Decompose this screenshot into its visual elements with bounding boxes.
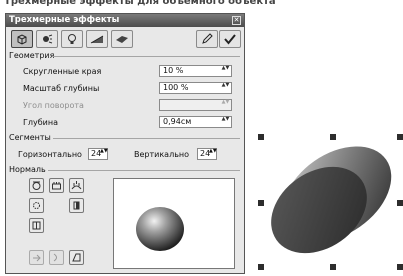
normal-divider xyxy=(48,170,240,171)
rounded-edges-value: 10 % xyxy=(163,66,184,75)
convert-to-3d-button xyxy=(29,250,44,265)
selection-handle[interactable] xyxy=(258,200,264,206)
selection-handle[interactable] xyxy=(258,264,264,270)
rounded-edges-input[interactable]: 10 % ▲▼ xyxy=(159,65,232,77)
checkmark-icon xyxy=(224,34,236,45)
dialog-title-bar[interactable]: Трехмерные эффекты ✕ xyxy=(6,14,244,27)
spinner-arrows-icon[interactable]: ▲▼ xyxy=(221,117,230,127)
geometry-tab-button[interactable] xyxy=(11,30,33,48)
illumination-tab-button[interactable] xyxy=(61,30,83,48)
double-sided-illumination-button[interactable] xyxy=(69,198,84,213)
bulb-icon xyxy=(68,34,76,44)
vertical-segments-input[interactable]: 24 ▲▼ xyxy=(197,148,217,160)
selection-handle[interactable] xyxy=(397,264,403,270)
selection-handle[interactable] xyxy=(330,264,336,270)
invert-normals-icon xyxy=(33,202,40,209)
geometry-divider xyxy=(52,56,240,57)
horizontal-segments-label: Горизонтально xyxy=(18,150,82,159)
3d-preview xyxy=(113,178,235,269)
depth-scale-value: 100 % xyxy=(163,83,189,92)
depth-value: 0,94см xyxy=(163,117,192,126)
material-icon xyxy=(116,36,128,43)
perspective-button[interactable] xyxy=(69,250,84,265)
textures-tab-button[interactable] xyxy=(86,30,108,48)
spinner-arrows-icon[interactable]: ▲▼ xyxy=(209,149,217,159)
texture-icon xyxy=(90,35,104,44)
selection-handle[interactable] xyxy=(330,134,336,140)
effects-toolbar xyxy=(9,29,241,49)
material-tab-button[interactable] xyxy=(111,30,133,48)
depth-scale-input[interactable]: 100 % ▲▼ xyxy=(159,82,232,94)
preview-sphere-icon xyxy=(136,207,184,251)
selection-handle[interactable] xyxy=(397,200,403,206)
rotation-angle-input: ▲▼ xyxy=(159,99,232,111)
depth-label: Глубина xyxy=(23,118,58,127)
spinner-arrows-icon[interactable]: ▲▼ xyxy=(100,149,108,159)
object-specific-normal-button[interactable] xyxy=(29,178,44,193)
double-sided-icon xyxy=(73,201,80,210)
depth-input[interactable]: 0,94см ▲▼ xyxy=(159,116,232,128)
horizontal-segments-input[interactable]: 24 ▲▼ xyxy=(88,148,108,160)
double-sided-page-icon xyxy=(32,221,41,230)
double-sided-button[interactable] xyxy=(29,218,44,233)
normal-section-title: Нормаль xyxy=(9,165,46,174)
rounded-edges-label: Скругленные края xyxy=(23,67,102,76)
pen-icon xyxy=(202,33,213,44)
lathe-icon xyxy=(53,253,57,262)
selection-handle[interactable] xyxy=(258,134,264,140)
selection-handle[interactable] xyxy=(397,134,403,140)
shading-tab-button[interactable] xyxy=(36,30,58,48)
segments-section-title: Сегменты xyxy=(9,133,51,142)
cube-icon xyxy=(17,34,27,45)
segments-divider xyxy=(53,138,240,139)
assign-button[interactable] xyxy=(196,30,218,48)
screen: Трехмерные эффекты для объемного объекта… xyxy=(0,0,403,276)
perspective-icon xyxy=(72,253,81,262)
3d-effects-dialog: Трехмерные эффекты ✕ Геометрия Скругленн… xyxy=(5,13,245,274)
spinner-arrows-icon: ▲▼ xyxy=(221,99,230,105)
spinner-arrows-icon[interactable]: ▲▼ xyxy=(221,83,230,93)
flat-normal-button[interactable] xyxy=(49,178,64,193)
invert-normals-button[interactable] xyxy=(29,198,44,213)
depth-scale-label: Масштаб глубины xyxy=(23,84,100,93)
spinner-arrows-icon[interactable]: ▲▼ xyxy=(221,66,230,76)
light-icon xyxy=(43,34,53,44)
background-caption: Трехмерные эффекты для объемного объекта xyxy=(4,0,276,7)
dialog-title: Трехмерные эффекты xyxy=(9,15,120,25)
vertical-segments-label: Вертикально xyxy=(134,150,190,159)
convert-to-lathe-button xyxy=(49,250,64,265)
convert-3d-icon xyxy=(33,254,41,262)
flat-normal-icon xyxy=(52,182,61,190)
spherical-normal-button[interactable] xyxy=(69,178,84,193)
3d-cylinder-object[interactable] xyxy=(255,132,403,274)
close-icon[interactable]: ✕ xyxy=(232,16,241,25)
apply-button[interactable] xyxy=(219,30,241,48)
rotation-angle-label: Угол поворота xyxy=(23,101,84,110)
spherical-normal-icon xyxy=(71,181,82,190)
geometry-section-title: Геометрия xyxy=(9,51,55,60)
object-normal-icon xyxy=(32,181,41,190)
